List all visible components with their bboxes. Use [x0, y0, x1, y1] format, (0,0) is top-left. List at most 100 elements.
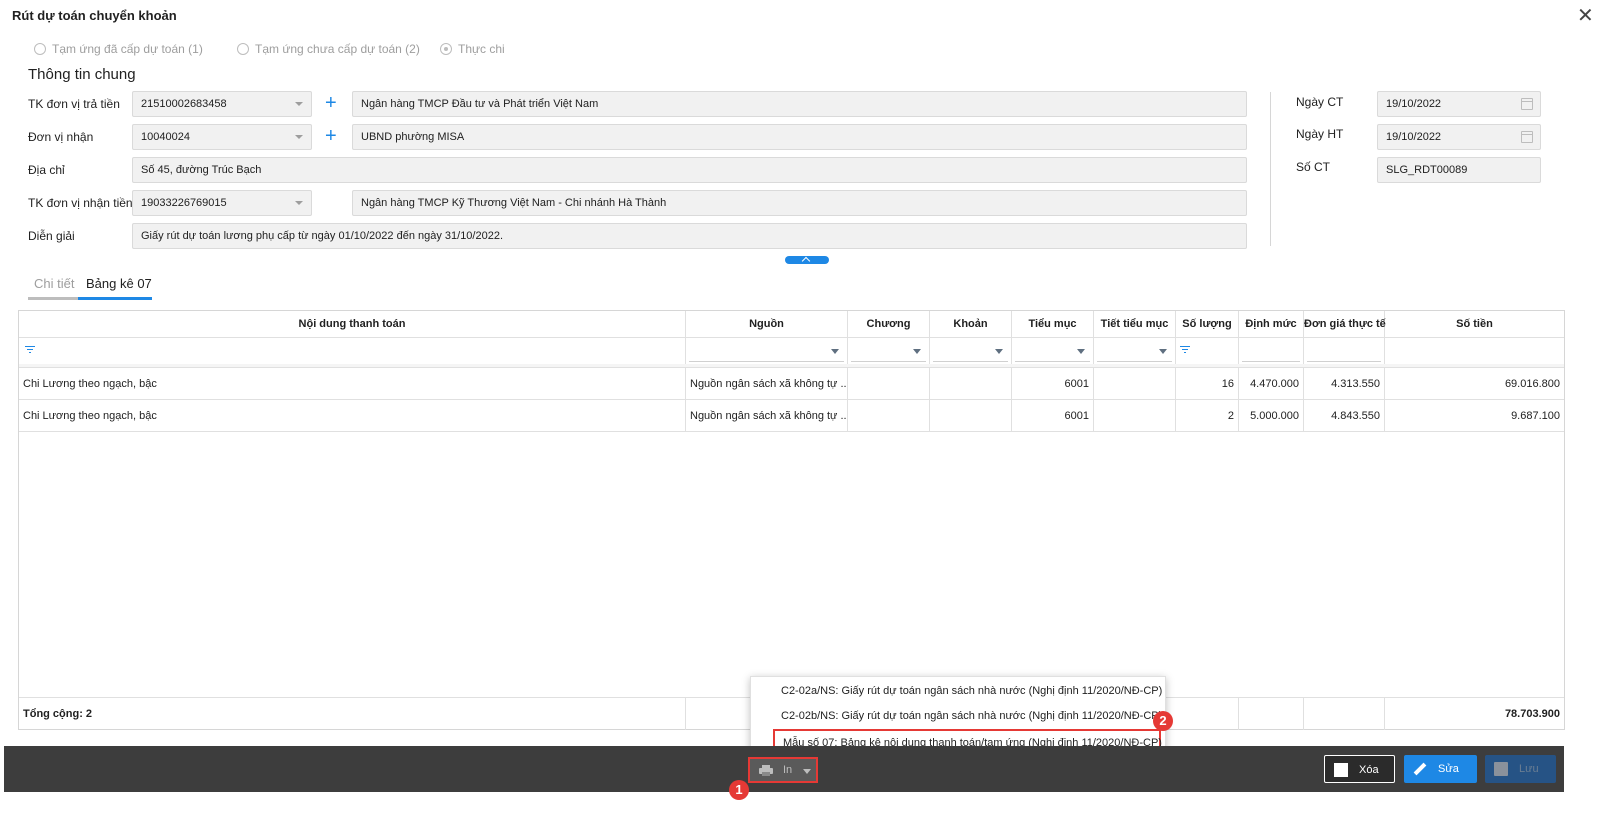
payer-bank-field[interactable]: Ngân hàng TMCP Đầu tư và Phát triển Việt… [352, 91, 1247, 117]
column-header[interactable]: Đơn giá thực tế [1304, 311, 1386, 337]
add-payer-account-icon[interactable]: + [325, 93, 337, 113]
filter-dropdown[interactable] [930, 338, 1012, 364]
edit-button[interactable]: Sửa [1404, 755, 1477, 783]
cell-content: Chi Lương theo ngạch, bậc [19, 400, 686, 432]
add-receiver-icon[interactable]: + [325, 126, 337, 146]
form-divider [1270, 92, 1271, 246]
doc-date-label: Ngày CT [1296, 95, 1344, 109]
filter-icon[interactable] [25, 346, 35, 355]
chevron-down-icon [1159, 349, 1167, 354]
calendar-icon[interactable] [1521, 98, 1533, 110]
table-row[interactable]: Chi Lương theo ngạch, bậc Nguồn ngân sác… [19, 400, 1564, 432]
radio-checked-icon [440, 43, 452, 55]
address-field[interactable]: Số 45, đường Trúc Bạch [132, 157, 1247, 183]
total-cell [1304, 698, 1385, 730]
radio-actual-spend[interactable]: Thực chi [440, 42, 505, 56]
filter-cell[interactable] [1385, 338, 1564, 364]
filter-dropdown[interactable] [686, 338, 848, 364]
chevron-down-icon [803, 769, 811, 774]
radio-circle-icon [34, 43, 46, 55]
cell-item [930, 368, 1012, 400]
table-row[interactable]: Chi Lương theo ngạch, bậc Nguồn ngân sác… [19, 368, 1564, 400]
column-header[interactable]: Chương [848, 311, 930, 337]
print-button[interactable]: In [748, 757, 818, 783]
total-cell [1239, 698, 1304, 730]
cell-subitem: 6001 [1012, 368, 1094, 400]
menu-item-c2-02a[interactable]: C2-02a/NS: Giấy rút dự toán ngân sách nh… [751, 679, 1167, 703]
column-header[interactable]: Khoản [930, 311, 1012, 337]
trash-icon [1334, 763, 1348, 777]
cell-norm: 4.470.000 [1239, 368, 1304, 400]
radio-label: Tạm ứng chưa cấp dự toán (2) [255, 42, 420, 56]
filter-dropdown[interactable] [1012, 338, 1094, 364]
filter-cell[interactable] [1304, 338, 1385, 364]
print-template-menu: C2-02a/NS: Giấy rút dự toán ngân sách nh… [750, 676, 1166, 754]
save-label: Lưu [1519, 763, 1539, 775]
filter-cell[interactable] [19, 338, 686, 364]
doc-number-field[interactable]: SLG_RDT00089 [1377, 157, 1541, 183]
filter-dropdown[interactable] [1094, 338, 1176, 364]
cell-source: Nguồn ngân sách xã không tự ... [686, 400, 848, 432]
column-header[interactable]: Nguồn [686, 311, 848, 337]
chevron-down-icon [295, 135, 303, 139]
doc-number-label: Số CT [1296, 160, 1331, 174]
receiver-account-label: TK đơn vị nhận tiền [28, 196, 133, 210]
post-date-value: 19/10/2022 [1386, 131, 1442, 143]
chevron-down-icon [913, 349, 921, 354]
delete-button[interactable]: Xóa [1324, 755, 1395, 783]
cell-amount: 69.016.800 [1504, 378, 1560, 390]
collapse-toggle-button[interactable] [785, 256, 829, 264]
delete-label: Xóa [1359, 764, 1379, 776]
radio-advance-allocated[interactable]: Tạm ứng đã cấp dự toán (1) [34, 42, 203, 56]
radio-circle-icon [237, 43, 249, 55]
cell-sub-subitem [1094, 368, 1176, 400]
close-icon[interactable]: ✕ [1577, 6, 1594, 26]
post-date-field[interactable]: 19/10/2022 [1377, 124, 1541, 150]
receiver-account-value: 19033226769015 [141, 197, 227, 209]
receiver-select[interactable]: 10040024 [132, 124, 312, 150]
chevron-down-icon [995, 349, 1003, 354]
printer-icon [759, 765, 773, 776]
cell-sub-subitem [1094, 400, 1176, 432]
column-header[interactable]: Định mức [1239, 311, 1304, 337]
cell-chapter [848, 400, 930, 432]
radio-label: Thực chi [458, 42, 505, 56]
step-badge-2: 2 [1153, 711, 1173, 731]
description-field[interactable]: Giấy rút dự toán lương phụ cấp từ ngày 0… [132, 223, 1247, 249]
payer-account-select[interactable]: 21510002683458 [132, 91, 312, 117]
filter-cell[interactable] [1176, 338, 1239, 364]
filter-dropdown[interactable] [848, 338, 930, 364]
receiver-account-select[interactable]: 19033226769015 [132, 190, 312, 216]
payer-account-label: TK đơn vị trả tiền [28, 97, 120, 111]
doc-date-field[interactable]: 19/10/2022 [1377, 91, 1541, 117]
edit-label: Sửa [1438, 763, 1459, 775]
chevron-down-icon [295, 102, 303, 106]
calendar-icon[interactable] [1521, 131, 1533, 143]
receiver-label: Đơn vị nhận [28, 130, 94, 144]
chevron-down-icon [831, 349, 839, 354]
save-button[interactable]: Lưu [1485, 755, 1556, 783]
address-label: Địa chỉ [28, 163, 65, 177]
receiver-name-field[interactable]: UBND phường MISA [352, 124, 1247, 150]
radio-advance-unallocated[interactable]: Tạm ứng chưa cấp dự toán (2) [237, 42, 420, 56]
post-date-label: Ngày HT [1296, 127, 1344, 141]
receiver-bank-field[interactable]: Ngân hàng TMCP Kỹ Thương Việt Nam - Chi … [352, 190, 1247, 216]
tab-underline [28, 297, 152, 300]
filter-icon[interactable] [1180, 346, 1190, 355]
column-header[interactable]: Số lượng [1176, 311, 1239, 337]
column-header[interactable]: Số tiền [1385, 311, 1564, 337]
step-badge-1: 1 [729, 780, 749, 800]
column-header[interactable]: Tiểu mục [1012, 311, 1094, 337]
description-label: Diễn giải [28, 229, 75, 243]
cell-unit-price: 4.313.550 [1304, 368, 1385, 400]
cell-norm: 5.000.000 [1239, 400, 1304, 432]
cell-quantity: 16 [1176, 368, 1239, 400]
menu-item-c2-02b[interactable]: C2-02b/NS: Giấy rút dự toán ngân sách nh… [751, 704, 1167, 728]
column-header[interactable]: Nội dung thanh toán [19, 311, 686, 337]
column-header[interactable]: Tiết tiểu mục [1094, 311, 1176, 337]
radio-label: Tạm ứng đã cấp dự toán (1) [52, 42, 203, 56]
dialog-titlebar: Rút dự toán chuyển khoản ✕ [0, 0, 1604, 32]
chevron-down-icon [1077, 349, 1085, 354]
filter-cell[interactable] [1239, 338, 1304, 364]
section-title: Thông tin chung [28, 66, 136, 83]
